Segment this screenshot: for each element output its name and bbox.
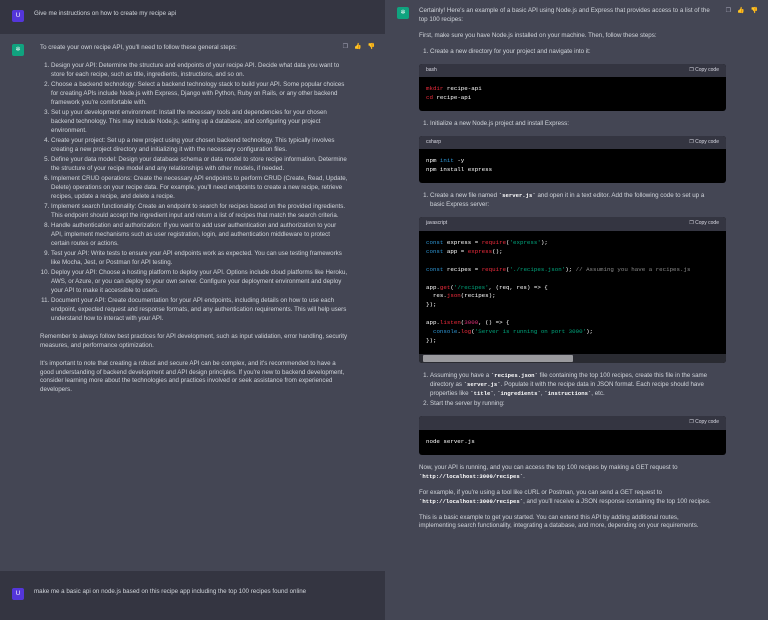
thumbs-up-icon[interactable]: 👍	[354, 43, 361, 52]
thumbs-up-icon[interactable]: 👍	[737, 7, 744, 16]
remember-paragraph: Remember to always follow best practices…	[40, 332, 348, 349]
inline-code: `server.js`	[498, 192, 536, 200]
code-block-bash: bash ❐ Copy code mkdir recipe-api cd rec…	[419, 63, 726, 112]
inline-code: `title`	[470, 390, 494, 398]
chatgpt-logo-icon: ✲	[12, 44, 24, 56]
inline-code: `instructions`	[544, 390, 592, 398]
steps-list-a: Create a new directory for your project …	[419, 48, 712, 57]
closing-paragraph: This is a basic example to get you start…	[419, 513, 699, 530]
step-item: Design your API: Determine the structure…	[51, 62, 349, 80]
text: , etc.	[591, 390, 605, 398]
assistant-message-2: ✲ ❐ 👍 👎 Certainly! Here's an example of …	[385, 0, 768, 549]
message-actions: ❐ 👍 👎	[726, 7, 758, 16]
user-message-2: U make me a basic api on node.js based o…	[0, 575, 385, 620]
thumbs-down-icon[interactable]: 👎	[368, 43, 375, 52]
code-block-csharp: csharp ❐ Copy code npm init -y npm insta…	[419, 136, 726, 184]
copy-code-label: Copy code	[695, 139, 719, 146]
steps-list-d: Assuming you have a `recipes.json` file …	[419, 372, 712, 409]
text: , and you'll receive a JSON response con…	[523, 497, 711, 505]
text: Create a new file named	[430, 192, 499, 200]
step-item: Test your API: Write tests to ensure you…	[51, 250, 349, 268]
copy-code-button[interactable]: ❐ Copy code	[689, 419, 719, 426]
inline-code: `http://localhost:3000/recipes`	[419, 472, 524, 480]
text: Assuming you have a	[430, 372, 491, 380]
code-content: npm init -y npm install express	[426, 157, 493, 174]
first-instruction: First, make sure you have Node.js instal…	[419, 31, 657, 39]
copy-code-button[interactable]: ❐ Copy code	[689, 220, 719, 227]
code-block-header: bash ❐ Copy code	[419, 63, 726, 78]
step-item: Deploy your API: Choose a hosting platfo…	[51, 269, 349, 296]
step-item: Create a new file named `server.js` and …	[430, 192, 712, 210]
inline-code: `server.js`	[463, 381, 501, 389]
code-block-shell: ❐ Copy code node server.js	[419, 416, 726, 455]
code-block-javascript: javascript ❐ Copy code const express = r…	[419, 217, 726, 364]
steps-list-c: Create a new file named `server.js` and …	[419, 192, 712, 210]
horizontal-scrollbar[interactable]	[419, 354, 726, 364]
step-item: Implement search functionality: Create a…	[51, 203, 349, 221]
left-conversation-pane: U Give me instructions on how to create …	[0, 0, 385, 620]
steps-list: Design your API: Determine the structure…	[40, 62, 349, 324]
running-paragraph: Now, your API is running, and you can ac…	[419, 463, 678, 480]
steps-list-b: Initialize a new Node.js project and ins…	[419, 120, 712, 129]
step-item: Create your project: Set up a new projec…	[51, 137, 349, 155]
code-block-header: javascript ❐ Copy code	[419, 217, 726, 231]
assistant-response-2: Certainly! Here's an example of a basic …	[419, 7, 756, 538]
response-intro: To create your own recipe API, you'll ne…	[40, 44, 237, 51]
copy-code-label: Copy code	[695, 220, 719, 227]
text: For example, if you're using a tool like…	[419, 488, 662, 496]
user-message: U Give me instructions on how to create …	[0, 0, 385, 34]
user-avatar-icon: U	[12, 10, 24, 22]
step-item: Create a new directory for your project …	[430, 48, 712, 57]
step-item: Handle authentication and authorization:…	[51, 222, 349, 249]
copy-icon[interactable]: ❐	[726, 7, 731, 16]
code-language: csharp	[426, 139, 442, 146]
step-item: Set up your development environment: Ins…	[51, 109, 349, 136]
inline-code: `http://localhost:3000/recipes`	[419, 497, 524, 505]
user-avatar-icon: U	[12, 588, 24, 600]
chatgpt-logo-icon: ✲	[397, 7, 409, 19]
code-language: bash	[426, 66, 437, 73]
assistant-message: ✲ ❐ 👍 👎 To create your own recipe API, y…	[0, 34, 385, 571]
response-intro: Certainly! Here's an example of a basic …	[419, 7, 710, 23]
text: Now, your API is running, and you can ac…	[419, 463, 678, 471]
assistant-response: To create your own recipe API, you'll ne…	[34, 44, 373, 402]
example-paragraph: For example, if you're using a tool like…	[419, 489, 712, 507]
code-content: const express = require('express'); cons…	[426, 238, 691, 345]
user-prompt-text-2: make me a basic api on node.js based on …	[34, 588, 307, 595]
right-conversation-pane: ✲ ❐ 👍 👎 Certainly! Here's an example of …	[385, 0, 768, 620]
code-content: node server.js	[426, 437, 475, 445]
step-item: Assuming you have a `recipes.json` file …	[430, 372, 712, 399]
step-item: Choose a backend technology: Select a ba…	[51, 81, 349, 108]
inline-code: `ingredients`	[497, 390, 541, 398]
code-block-header: ❐ Copy code	[419, 416, 726, 430]
closing-paragraph: It's important to note that creating a r…	[40, 359, 345, 394]
step-item: Document your API: Create documentation …	[51, 297, 349, 324]
copy-code-button[interactable]: ❐ Copy code	[689, 67, 719, 74]
copy-code-label: Copy code	[695, 419, 719, 426]
step-item: Implement CRUD operations: Create the ne…	[51, 175, 349, 202]
code-language: javascript	[426, 220, 448, 227]
message-actions: ❐ 👍 👎	[343, 43, 375, 52]
copy-code-button[interactable]: ❐ Copy code	[689, 139, 719, 146]
inline-code: `recipes.json`	[490, 372, 538, 380]
step-item: Define your data model: Design your data…	[51, 156, 349, 174]
thumbs-down-icon[interactable]: 👎	[751, 7, 758, 16]
step-item: Start the server by running:	[430, 400, 712, 409]
code-block-header: csharp ❐ Copy code	[419, 136, 726, 150]
step-item: Initialize a new Node.js project and ins…	[430, 120, 712, 129]
scrollbar-thumb[interactable]	[423, 355, 573, 363]
code-content: mkdir recipe-api cd recipe-api	[426, 85, 482, 102]
copy-code-label: Copy code	[695, 66, 719, 73]
copy-icon[interactable]: ❐	[343, 43, 348, 52]
user-prompt-text: Give me instructions on how to create my…	[34, 10, 177, 17]
